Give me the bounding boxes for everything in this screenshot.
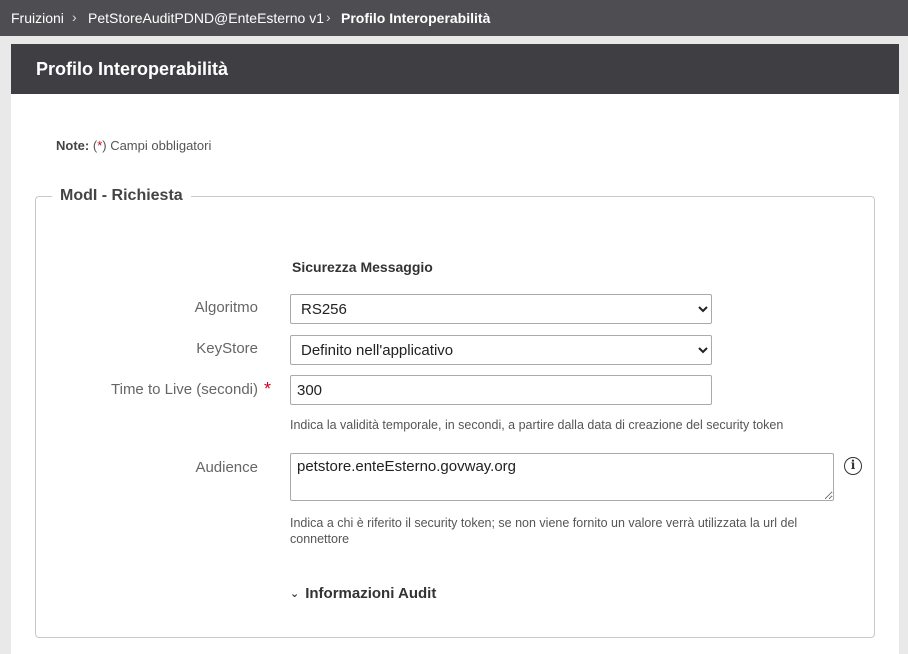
chevron-right-icon: › [72,9,77,25]
required-fields-note: Note: (*) Campi obbligatori [56,138,211,153]
algoritmo-select[interactable]: RS256 [290,294,712,324]
ttl-input[interactable] [290,375,712,405]
section-title: Sicurezza Messaggio [292,259,433,275]
ttl-required-mark: * [264,379,272,399]
keystore-label: KeyStore [196,340,258,357]
info-icon[interactable]: i [844,457,862,475]
keystore-select[interactable]: Definito nell'applicativo [290,335,712,365]
breadcrumb: Fruizioni › PetStoreAuditPDND@EnteEstern… [0,0,908,36]
note-text: ) Campi obbligatori [102,138,212,153]
informazioni-audit-toggle[interactable]: ⌄ Informazioni Audit [290,585,436,602]
panel-header: Profilo Interoperabilità [11,44,899,94]
note-label: Note: [56,138,90,153]
ttl-label: Time to Live (secondi) [111,381,258,398]
audience-label: Audience [195,459,258,476]
modi-request-fieldset: ModI - Richiesta Sicurezza Messaggio Alg… [35,187,875,638]
fieldset-legend: ModI - Richiesta [52,187,191,205]
breadcrumb-item-fruizioni[interactable]: Fruizioni [11,10,64,26]
informazioni-audit-label: Informazioni Audit [305,585,437,602]
audience-textarea[interactable]: petstore.enteEsterno.govway.org [290,453,834,501]
chevron-down-icon: ⌄ [290,588,300,600]
audience-help: Indica a chi è riferito il security toke… [290,516,798,546]
main-panel: Profilo Interoperabilità Note: (*) Campi… [11,44,899,654]
breadcrumb-item-current: Profilo Interoperabilità [341,10,491,26]
algoritmo-label: Algoritmo [194,299,258,316]
page-title: Profilo Interoperabilità [36,59,229,79]
breadcrumb-item-service[interactable]: PetStoreAuditPDND@EnteEsterno v1 [88,10,324,26]
chevron-right-icon: › [326,9,331,25]
ttl-help: Indica la validità temporale, in secondi… [290,418,784,432]
